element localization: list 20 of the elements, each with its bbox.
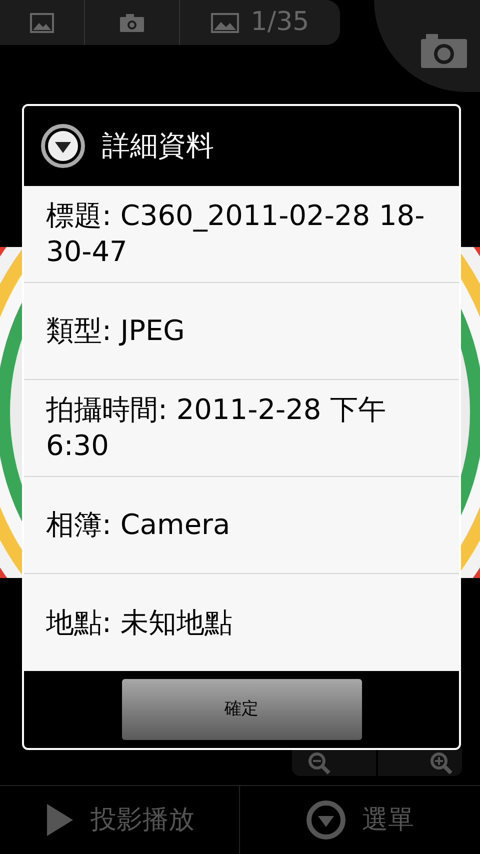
zoom-out-button[interactable]	[292, 748, 376, 776]
dialog-title: 詳細資料	[102, 128, 214, 164]
slideshow-button[interactable]: 投影播放	[0, 786, 240, 854]
detail-text: 標題: C360_2011-02-28 18-30-47	[46, 198, 426, 270]
zoom-out-icon	[308, 752, 332, 776]
detail-text: 拍攝時間: 2011-2-28 下午 6:30	[46, 392, 388, 464]
ok-button[interactable]: 確定	[122, 679, 362, 740]
dropdown-circle-icon	[40, 123, 86, 169]
menu-button[interactable]: 選單	[240, 786, 480, 854]
detail-text: 類型: JPEG	[46, 313, 185, 349]
dropdown-circle-icon	[306, 800, 346, 840]
camera-icon	[119, 12, 145, 32]
image-icon	[30, 12, 54, 32]
detail-text: 地點: 未知地點	[46, 604, 232, 640]
zoom-in-icon	[430, 752, 454, 776]
play-icon	[44, 802, 74, 838]
zoom-in-button[interactable]	[378, 748, 462, 776]
image-icon	[210, 12, 239, 32]
camera-icon	[420, 31, 468, 69]
detail-text: 相簿: Camera	[46, 507, 230, 543]
